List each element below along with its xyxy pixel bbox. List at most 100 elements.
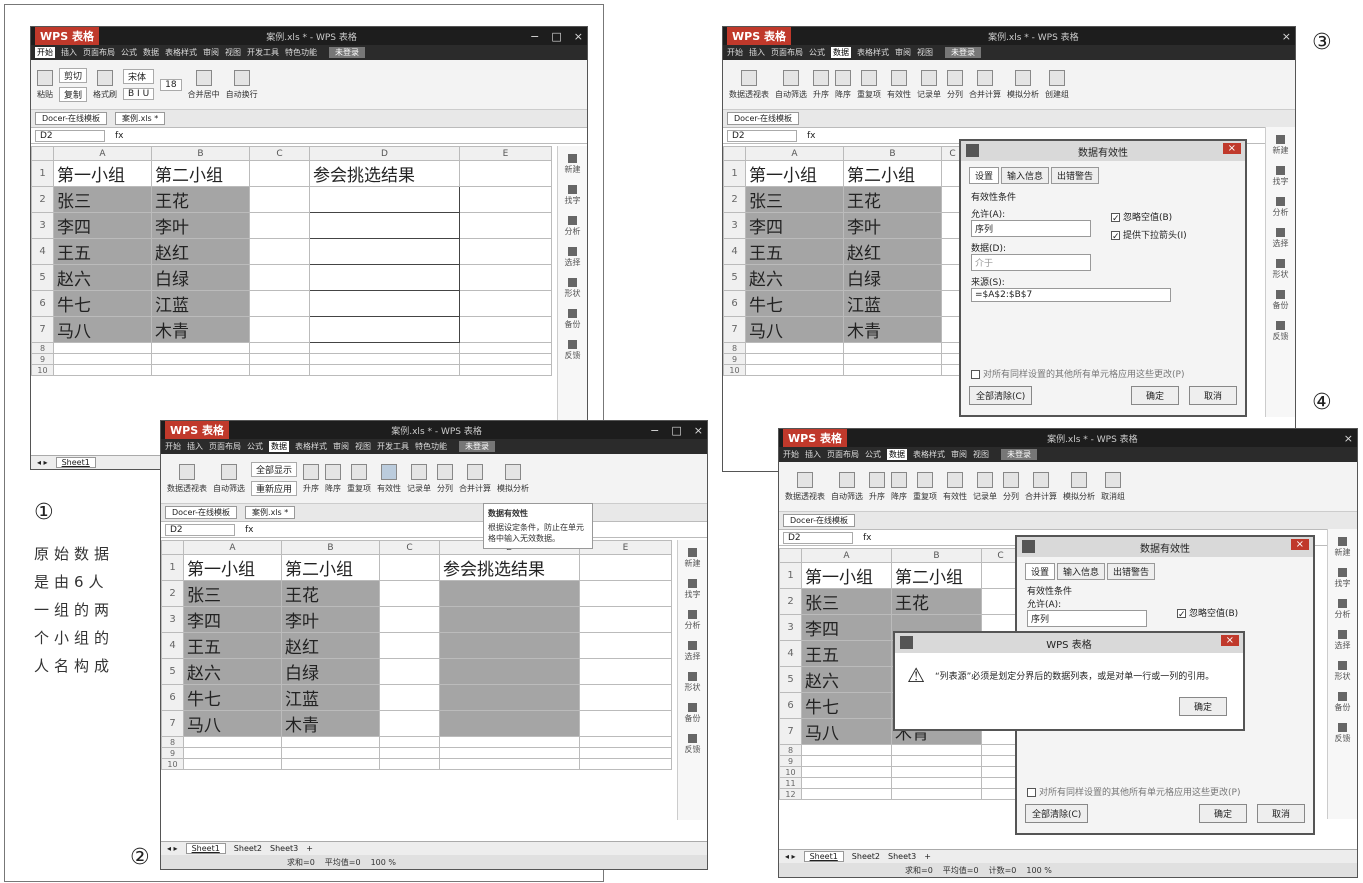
- menu-style[interactable]: 表格样式: [913, 449, 945, 460]
- side-select[interactable]: 选择: [565, 247, 581, 268]
- menu-style[interactable]: 表格样式: [857, 47, 889, 58]
- row-header[interactable]: 3: [779, 614, 802, 641]
- login-button[interactable]: 未登录: [459, 441, 495, 452]
- cell[interactable]: 王花: [281, 580, 380, 607]
- cell[interactable]: 张三: [745, 186, 844, 213]
- row-header[interactable]: 2: [723, 186, 746, 213]
- side-feedback[interactable]: 反馈: [1273, 321, 1289, 342]
- cell[interactable]: [249, 264, 310, 291]
- wps-brand-button[interactable]: WPS 表格: [783, 429, 847, 447]
- ignore-blank-checkbox[interactable]: ✓ 忽略空值(B): [1111, 210, 1172, 224]
- login-button[interactable]: 未登录: [1001, 449, 1037, 460]
- side-new[interactable]: 新建: [1273, 135, 1289, 156]
- row-header[interactable]: 6: [161, 684, 184, 711]
- cell[interactable]: 第二小组: [151, 160, 250, 187]
- tab-file[interactable]: 案例.xls *: [245, 506, 296, 519]
- close-icon[interactable]: ×: [694, 424, 703, 437]
- side-analyze[interactable]: 分析: [685, 610, 701, 631]
- side-shape[interactable]: 形状: [685, 672, 701, 693]
- row-header[interactable]: 10: [723, 364, 746, 376]
- col-b[interactable]: B: [151, 146, 250, 161]
- tab-file[interactable]: 案例.xls *: [115, 112, 166, 125]
- row-header[interactable]: 4: [161, 632, 184, 659]
- side-select[interactable]: 选择: [685, 641, 701, 662]
- cell[interactable]: 王五: [183, 632, 282, 659]
- sheet-nav-icon[interactable]: ◂ ▸: [37, 458, 48, 467]
- minimize-icon[interactable]: −: [650, 424, 659, 437]
- cell[interactable]: 王花: [891, 588, 982, 615]
- cell[interactable]: 王花: [151, 186, 250, 213]
- row-header[interactable]: 5: [31, 264, 54, 291]
- row-header[interactable]: 1: [31, 160, 54, 187]
- row-header[interactable]: 8: [779, 744, 802, 756]
- font-select[interactable]: 宋体: [123, 69, 155, 84]
- menu-home[interactable]: 开始: [727, 47, 743, 58]
- font-size-select[interactable]: 18: [160, 78, 182, 91]
- menu-home[interactable]: 开始: [35, 47, 55, 58]
- side-find[interactable]: 找字: [565, 185, 581, 206]
- side-analyze[interactable]: 分析: [565, 216, 581, 237]
- menu-special[interactable]: 特色功能: [285, 47, 317, 58]
- side-backup[interactable]: 备份: [1335, 692, 1351, 713]
- sheet-tab-2[interactable]: Sheet2: [234, 844, 262, 853]
- col-e[interactable]: E: [459, 146, 552, 161]
- row-header[interactable]: 4: [31, 238, 54, 265]
- cell[interactable]: [459, 160, 552, 187]
- cell[interactable]: 第二小组: [891, 562, 982, 589]
- record-button[interactable]: 记录单: [973, 471, 997, 502]
- side-backup[interactable]: 备份: [685, 703, 701, 724]
- cell[interactable]: [249, 186, 310, 213]
- cell[interactable]: 第一小组: [53, 160, 152, 187]
- name-box[interactable]: D2: [727, 129, 797, 142]
- cell[interactable]: [439, 658, 580, 685]
- menu-insert[interactable]: 插入: [805, 449, 821, 460]
- source-input[interactable]: =$A$2:$B$7: [971, 288, 1171, 302]
- menu-data[interactable]: 数据: [143, 47, 159, 58]
- cell-d2[interactable]: [309, 186, 460, 213]
- cut-button[interactable]: 剪切: [59, 67, 88, 83]
- cell[interactable]: [309, 290, 460, 317]
- tab-docer[interactable]: Docer-在线模板: [35, 112, 108, 125]
- row-header[interactable]: 2: [779, 588, 802, 615]
- cell[interactable]: 李叶: [151, 212, 250, 239]
- cell[interactable]: 牛七: [53, 290, 152, 317]
- cell[interactable]: 白绿: [151, 264, 250, 291]
- cell[interactable]: [249, 316, 310, 343]
- close-icon[interactable]: ×: [1290, 539, 1309, 550]
- cell[interactable]: [459, 264, 552, 291]
- zoom-level[interactable]: 100 %: [371, 858, 396, 867]
- side-find[interactable]: 找字: [685, 579, 701, 600]
- col-c[interactable]: C: [379, 540, 440, 555]
- cell[interactable]: [459, 238, 552, 265]
- duplicates-button[interactable]: 重复项: [347, 463, 371, 494]
- cell[interactable]: 张三: [183, 580, 282, 607]
- add-sheet-icon[interactable]: +: [924, 852, 931, 861]
- show-all-button[interactable]: 全部显示: [251, 461, 298, 477]
- col-c[interactable]: C: [981, 548, 1020, 563]
- tab-input-message[interactable]: 输入信息: [1001, 167, 1050, 184]
- cell[interactable]: [309, 238, 460, 265]
- col-b[interactable]: B: [281, 540, 380, 555]
- copy-button[interactable]: 复制: [59, 86, 88, 102]
- row-header[interactable]: 1: [161, 554, 184, 581]
- side-feedback[interactable]: 反馈: [685, 734, 701, 755]
- maximize-icon[interactable]: □: [551, 30, 561, 43]
- menu-layout[interactable]: 页面布局: [771, 47, 803, 58]
- col-c[interactable]: C: [249, 146, 310, 161]
- cell[interactable]: 牛七: [745, 290, 844, 317]
- split-button[interactable]: 分列: [947, 69, 963, 100]
- tab-docer[interactable]: Docer-在线模板: [727, 112, 800, 125]
- zoom-level[interactable]: 100 %: [1026, 866, 1051, 875]
- cell[interactable]: [309, 264, 460, 291]
- cell[interactable]: 马八: [53, 316, 152, 343]
- menu-home[interactable]: 开始: [165, 441, 181, 452]
- cell[interactable]: 江蓝: [843, 290, 942, 317]
- paste-button[interactable]: 粘贴: [37, 69, 53, 100]
- validation-button[interactable]: 有效性: [377, 463, 401, 494]
- side-new[interactable]: 新建: [685, 548, 701, 569]
- duplicates-button[interactable]: 重复项: [857, 69, 881, 100]
- menu-formula[interactable]: 公式: [865, 449, 881, 460]
- menu-review[interactable]: 审阅: [895, 47, 911, 58]
- autofilter-button[interactable]: 自动筛选: [831, 471, 863, 502]
- cell[interactable]: 第一小组: [745, 160, 844, 187]
